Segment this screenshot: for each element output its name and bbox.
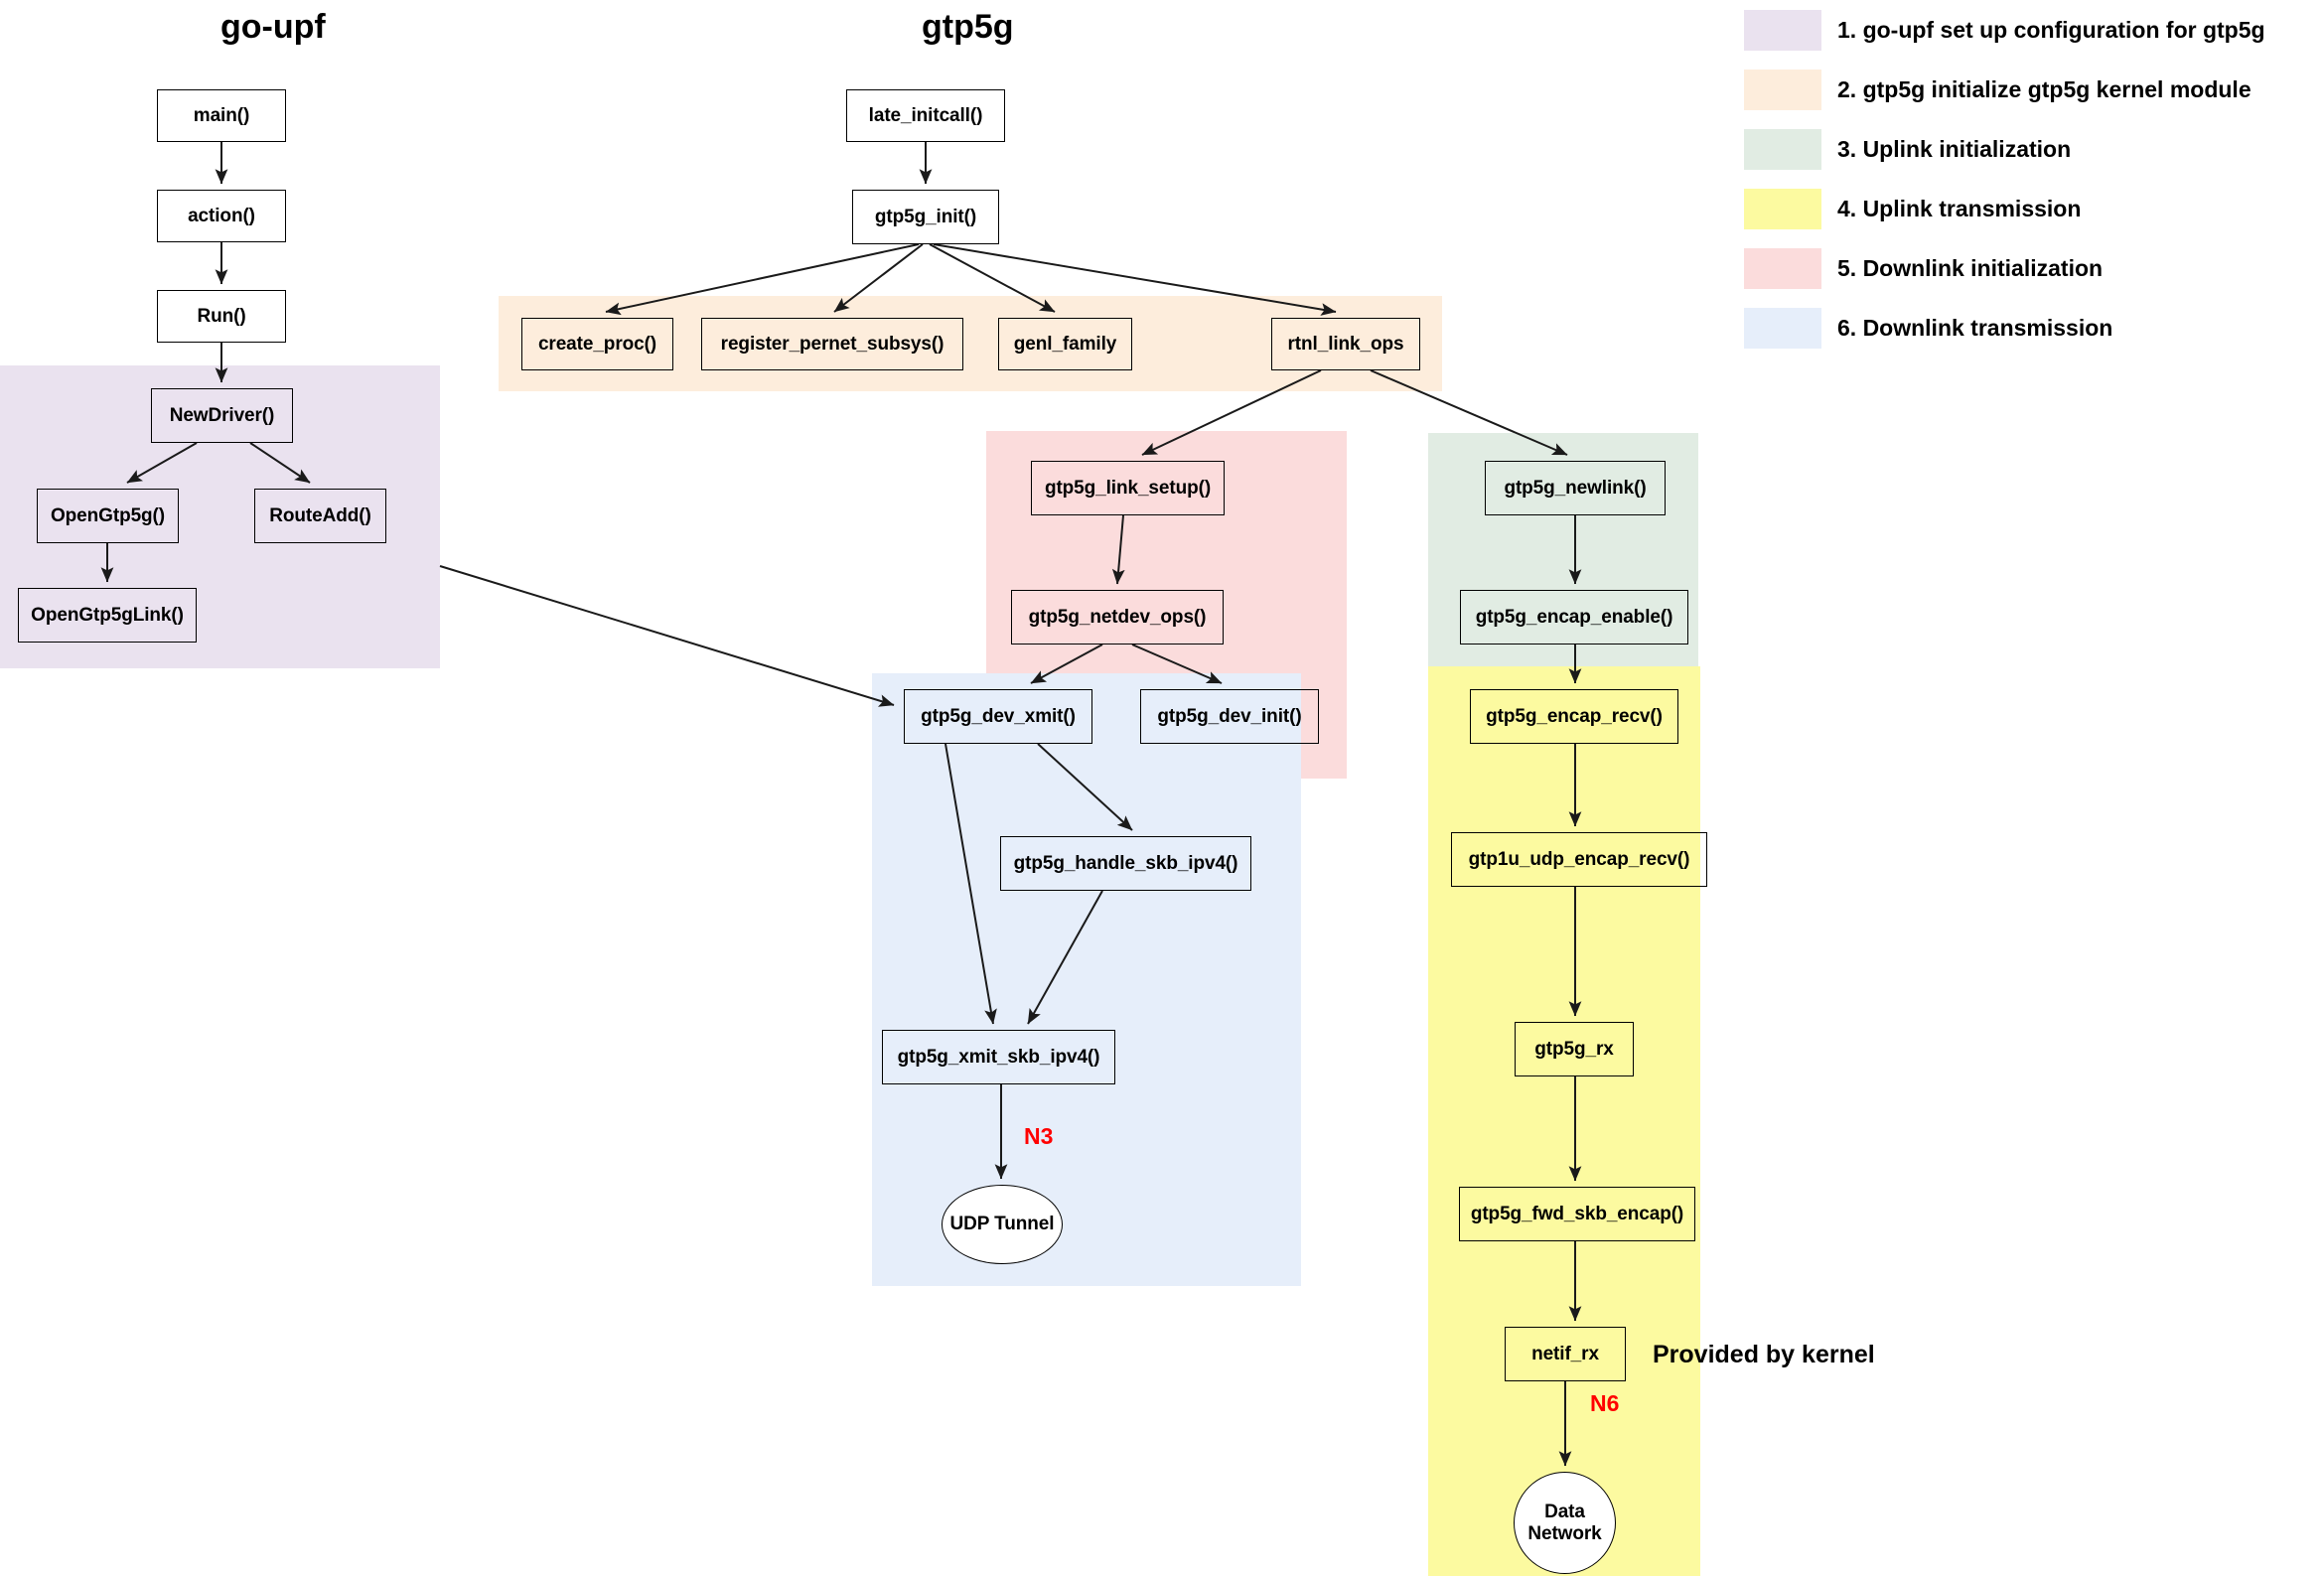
diagram-canvas: go-upf gtp5g main() action() Run() NewDr… [0, 0, 2324, 1576]
node-opengtp5glink[interactable]: OpenGtp5gLink() [18, 588, 197, 643]
legend-swatch-6 [1744, 307, 1821, 349]
region-downlink-transmission [872, 673, 1301, 1286]
node-create-proc[interactable]: create_proc() [521, 318, 673, 370]
node-action[interactable]: action() [157, 190, 286, 242]
legend-label-5: 5. Downlink initialization [1837, 254, 2104, 281]
node-gtp5g-newlink[interactable]: gtp5g_newlink() [1485, 461, 1666, 515]
legend-label-4: 4. Uplink transmission [1837, 195, 2082, 221]
legend-item-2: 2. gtp5g initialize gtp5g kernel module [1744, 60, 2320, 119]
legend: 1. go-upf set up configuration for gtp5g… [1744, 0, 2320, 358]
legend-item-5: 5. Downlink initialization [1744, 238, 2320, 298]
node-netif-rx[interactable]: netif_rx [1505, 1327, 1626, 1381]
region-uplink-transmission [1428, 666, 1700, 1576]
legend-label-3: 3. Uplink initialization [1837, 135, 2072, 162]
node-gtp5g-xmit-skb-ipv4[interactable]: gtp5g_xmit_skb_ipv4() [882, 1030, 1115, 1084]
legend-swatch-2 [1744, 69, 1821, 110]
note-provided-by-kernel: Provided by kernel [1653, 1341, 1875, 1368]
node-rtnl-link-ops[interactable]: rtnl_link_ops [1271, 318, 1420, 370]
node-gtp5g-dev-xmit[interactable]: gtp5g_dev_xmit() [904, 689, 1092, 744]
node-gtp5g-dev-init[interactable]: gtp5g_dev_init() [1140, 689, 1319, 744]
legend-item-6: 6. Downlink transmission [1744, 298, 2320, 358]
legend-label-1: 1. go-upf set up configuration for gtp5g [1837, 16, 2265, 43]
node-gtp5g-handle-skb-ipv4[interactable]: gtp5g_handle_skb_ipv4() [1000, 836, 1251, 891]
node-data-network[interactable]: Data Network [1514, 1472, 1616, 1574]
node-gtp5g-fwd-skb-encap[interactable]: gtp5g_fwd_skb_encap() [1459, 1187, 1695, 1241]
legend-swatch-1 [1744, 9, 1821, 51]
node-gtp5g-link-setup[interactable]: gtp5g_link_setup() [1031, 461, 1225, 515]
node-gtp5g-netdev-ops[interactable]: gtp5g_netdev_ops() [1011, 590, 1224, 645]
column-title-go-upf: go-upf [220, 8, 326, 46]
legend-item-3: 3. Uplink initialization [1744, 119, 2320, 179]
edge-label-n6: N6 [1590, 1390, 1620, 1416]
node-run[interactable]: Run() [157, 290, 286, 343]
node-newdriver[interactable]: NewDriver() [151, 388, 293, 443]
node-udp-tunnel[interactable]: UDP Tunnel [942, 1185, 1063, 1264]
legend-item-1: 1. go-upf set up configuration for gtp5g [1744, 0, 2320, 60]
edge-routeadd-to-dev_xmit [439, 565, 895, 707]
column-title-gtp5g: gtp5g [922, 8, 1014, 46]
legend-swatch-5 [1744, 247, 1821, 289]
node-routeadd[interactable]: RouteAdd() [254, 489, 386, 543]
node-late-initcall[interactable]: late_initcall() [846, 89, 1005, 142]
node-gtp5g-encap-enable[interactable]: gtp5g_encap_enable() [1460, 590, 1688, 645]
node-main[interactable]: main() [157, 89, 286, 142]
legend-swatch-4 [1744, 188, 1821, 229]
legend-label-6: 6. Downlink transmission [1837, 314, 2113, 341]
legend-swatch-3 [1744, 128, 1821, 170]
node-gtp1u-udp-encap-recv[interactable]: gtp1u_udp_encap_recv() [1451, 832, 1707, 887]
node-genl-family[interactable]: genl_family [998, 318, 1132, 370]
legend-item-4: 4. Uplink transmission [1744, 179, 2320, 238]
legend-label-2: 2. gtp5g initialize gtp5g kernel module [1837, 75, 2251, 102]
node-register-pernet-subsys[interactable]: register_pernet_subsys() [701, 318, 963, 370]
edge-label-n3: N3 [1024, 1123, 1054, 1149]
node-gtp5g-rx[interactable]: gtp5g_rx [1515, 1022, 1634, 1076]
node-gtp5g-encap-recv[interactable]: gtp5g_encap_recv() [1470, 689, 1678, 744]
node-opengtp5g[interactable]: OpenGtp5g() [37, 489, 179, 543]
node-gtp5g-init[interactable]: gtp5g_init() [852, 190, 999, 244]
